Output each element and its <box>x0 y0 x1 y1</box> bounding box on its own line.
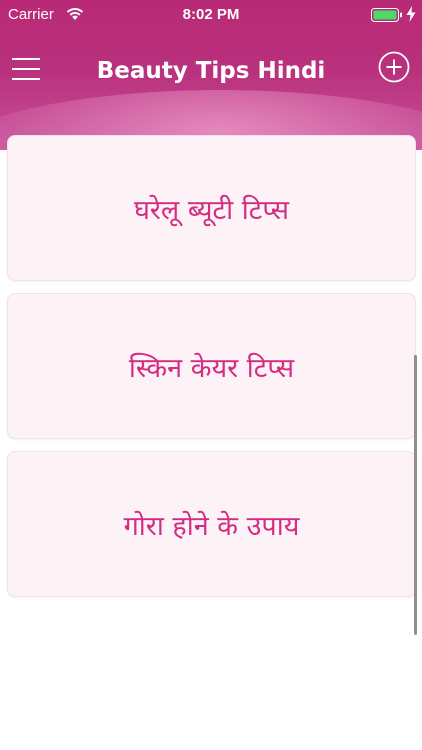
category-card-skin-care-tips[interactable]: स्किन केयर टिप्स <box>7 293 416 439</box>
charging-bolt-icon <box>406 6 416 22</box>
vertical-scrollbar[interactable] <box>414 355 417 635</box>
category-card-home-beauty-tips[interactable]: घरेलू ब्यूटी टिप्स <box>7 135 416 281</box>
plus-circle-icon[interactable] <box>378 51 410 83</box>
category-label: गोरा होने के उपाय <box>123 510 300 542</box>
clock: 8:02 PM <box>182 6 240 23</box>
page-title: Beauty Tips Hindi <box>96 58 326 84</box>
category-label: घरेलू ब्यूटी टिप्स <box>133 194 290 226</box>
category-label: स्किन केयर टिप्स <box>128 352 295 384</box>
battery-icon <box>371 8 402 22</box>
category-card-fairness-remedies[interactable]: गोरा होने के उपाय <box>7 451 416 597</box>
app-header: Carrier 8:02 PM Beauty Tips Hindi <box>0 0 422 150</box>
status-bar: Carrier 8:02 PM <box>0 0 422 30</box>
